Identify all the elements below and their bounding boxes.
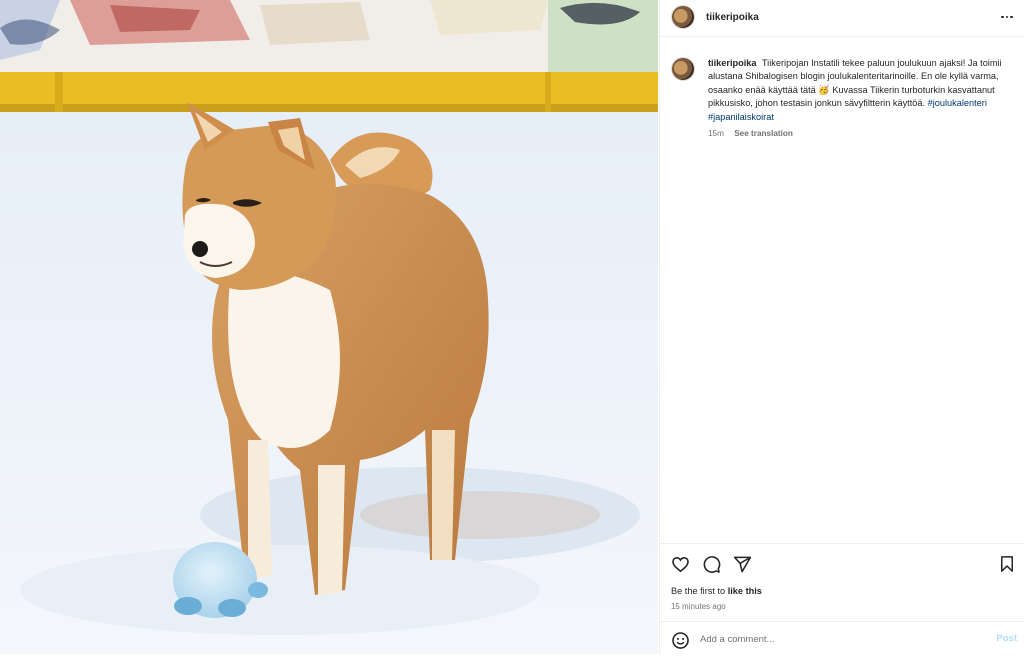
caption-username[interactable]: tiikeripoika <box>708 58 757 68</box>
post-comment-button[interactable]: Post <box>996 633 1017 644</box>
instagram-post-view: tiikeripoika tiikeripoika Tiikeripojan I… <box>0 0 1024 654</box>
caption-meta: 15m See translation <box>708 129 793 138</box>
comment-input[interactable] <box>700 631 970 647</box>
post-photo[interactable] <box>0 0 658 654</box>
like-this-link[interactable]: like this <box>728 586 762 596</box>
post-header: tiikeripoika <box>660 0 1024 37</box>
comment-icon[interactable] <box>701 554 721 574</box>
post-side-panel: tiikeripoika tiikeripoika Tiikeripojan I… <box>659 0 1024 654</box>
heart-icon[interactable] <box>670 554 690 574</box>
see-translation-button[interactable]: See translation <box>734 129 793 138</box>
likes-summary: Be the first to like this <box>671 586 762 596</box>
share-icon[interactable] <box>732 554 752 574</box>
comment-bar: Post <box>660 621 1024 657</box>
caption-author-avatar[interactable] <box>671 57 695 81</box>
smiley-icon[interactable] <box>670 630 690 650</box>
caption-body: tiikeripoika Tiikeripojan Instatili teke… <box>708 57 1018 124</box>
author-avatar[interactable] <box>671 5 695 29</box>
hashtag-link[interactable]: #joulukalenteri <box>928 98 987 108</box>
bookmark-icon[interactable] <box>997 554 1017 574</box>
post-timestamp: 15 minutes ago <box>671 602 726 611</box>
caption-age: 15m <box>708 129 724 138</box>
author-username[interactable]: tiikeripoika <box>706 12 759 23</box>
action-icons <box>670 554 752 574</box>
post-actions: Be the first to like this 15 minutes ago… <box>660 543 1024 656</box>
shiba-in-snow-image <box>0 0 658 654</box>
likes-prefix: Be the first to <box>671 586 726 596</box>
more-horizontal-icon[interactable] <box>999 10 1015 24</box>
hashtag-link[interactable]: #japanilaiskoirat <box>708 112 774 122</box>
